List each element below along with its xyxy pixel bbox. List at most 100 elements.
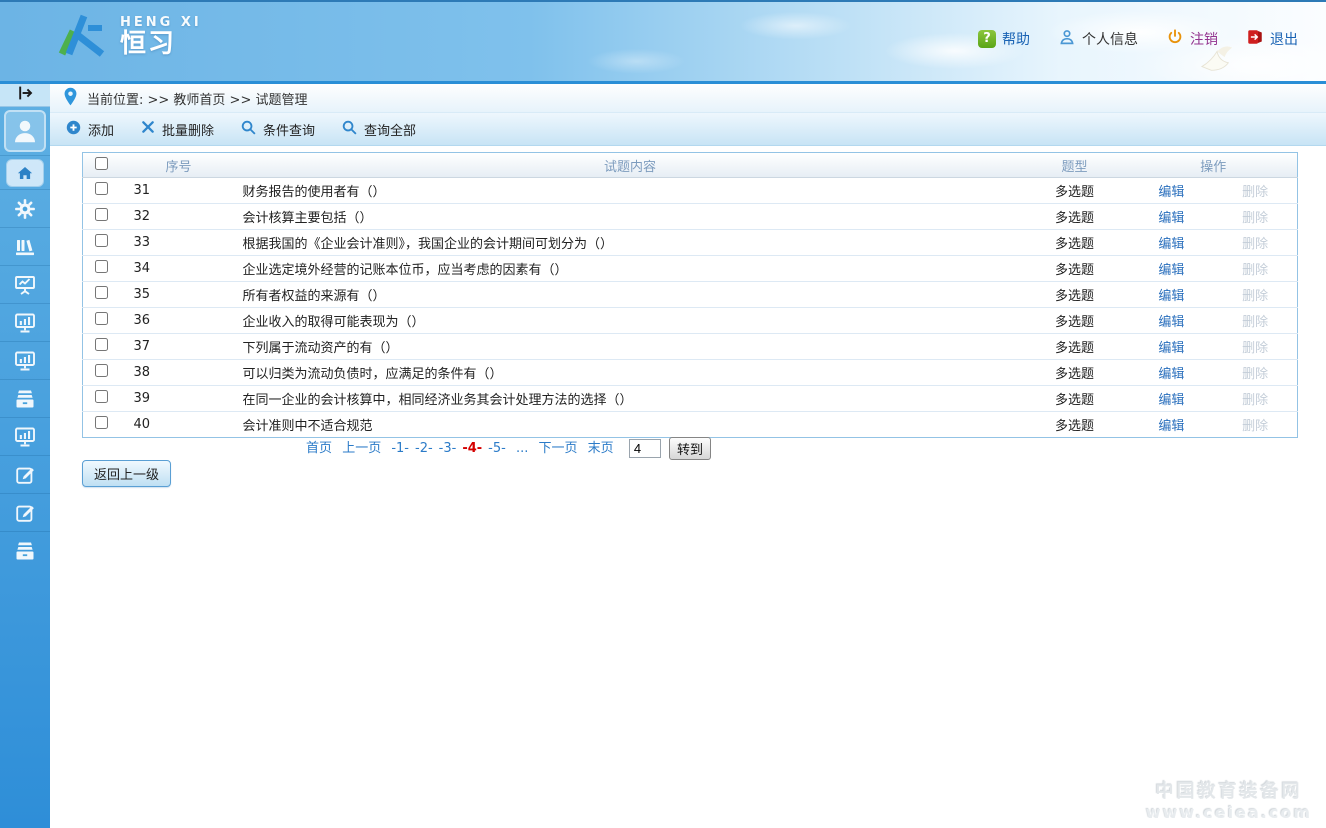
delete-link[interactable]: 删除	[1213, 415, 1297, 434]
sidebar-item-monitor-1[interactable]	[0, 303, 50, 341]
edit-link[interactable]: 编辑	[1130, 337, 1214, 356]
query-all-button[interactable]: 查询全部	[341, 119, 416, 140]
pagination-last[interactable]: 末页	[588, 441, 614, 456]
pagination-pages: -1- -2- -3- -4- -5-	[388, 441, 508, 456]
cell-seq: 37	[117, 334, 241, 360]
sidebar-item-exam-edit-1[interactable]	[0, 455, 50, 493]
table-body: 31财务报告的使用者有（）多选题编辑删除32会计核算主要包括（）多选题编辑删除3…	[83, 178, 1298, 438]
row-checkbox[interactable]	[95, 182, 108, 195]
conditional-query-label: 条件查询	[263, 120, 315, 139]
edit-link[interactable]: 编辑	[1130, 207, 1214, 226]
cell-seq: 40	[117, 412, 241, 438]
sidebar-item-exam-edit-2[interactable]	[0, 493, 50, 531]
delete-link[interactable]: 删除	[1213, 207, 1297, 226]
delete-link[interactable]: 删除	[1213, 181, 1297, 200]
breadcrumb-bar: 当前位置: >> 教师首页 >> 试题管理	[50, 84, 1326, 113]
table-row: 33根据我国的《企业会计准则》，我国企业的会计期间可划分为（）多选题编辑删除	[83, 230, 1298, 256]
pagination-page[interactable]: -2-	[415, 441, 433, 456]
row-checkbox[interactable]	[95, 338, 108, 351]
books-icon	[13, 235, 37, 259]
row-checkbox[interactable]	[95, 286, 108, 299]
row-checkbox[interactable]	[95, 416, 108, 429]
sidebar-item-library[interactable]	[0, 227, 50, 265]
exit-button[interactable]: 退出	[1246, 28, 1298, 50]
row-checkbox[interactable]	[95, 364, 108, 377]
profile-button[interactable]: 个人信息	[1058, 28, 1138, 50]
pagination-prev[interactable]: 上一页	[342, 441, 381, 456]
header-menu: ? 帮助 个人信息 注销	[978, 28, 1298, 50]
logo-text: HENG XI 恒习	[120, 15, 202, 59]
page-number-input[interactable]	[629, 439, 661, 458]
edit-link[interactable]: 编辑	[1130, 259, 1214, 278]
go-to-page-button[interactable]: 转到	[669, 437, 711, 460]
pagination-first[interactable]: 首页	[306, 441, 332, 456]
cell-operations: 编辑删除	[1130, 386, 1298, 412]
user-icon	[1058, 28, 1076, 50]
delete-link[interactable]: 删除	[1213, 311, 1297, 330]
cell-question-content: 下列属于流动资产的有（）	[241, 334, 1020, 360]
sidebar-item-archive-1[interactable]	[0, 379, 50, 417]
sidebar-item-courseware[interactable]	[0, 265, 50, 303]
batch-delete-button[interactable]: 批量删除	[140, 119, 214, 139]
delete-link[interactable]: 删除	[1213, 285, 1297, 304]
archive-icon	[13, 539, 37, 563]
pagination-page[interactable]: -3-	[439, 441, 457, 456]
pagination-next[interactable]: 下一页	[539, 441, 578, 456]
location-pin-icon	[63, 87, 78, 110]
edit-link[interactable]: 编辑	[1130, 233, 1214, 252]
pagination-page[interactable]: -5-	[488, 441, 506, 456]
edit-link[interactable]: 编辑	[1130, 363, 1214, 382]
table-row: 37下列属于流动资产的有（）多选题编辑删除	[83, 334, 1298, 360]
watermark-line2: www.ceiea.com	[1146, 803, 1312, 822]
cell-question-type: 多选题	[1020, 412, 1130, 438]
delete-link[interactable]: 删除	[1213, 233, 1297, 252]
cell-seq: 39	[117, 386, 241, 412]
table-row: 31财务报告的使用者有（）多选题编辑删除	[83, 178, 1298, 204]
help-icon: ?	[978, 30, 996, 48]
sidebar-collapse-button[interactable]	[0, 84, 50, 107]
table-row: 32会计核算主要包括（）多选题编辑删除	[83, 204, 1298, 230]
sidebar-item-archive-2[interactable]	[0, 531, 50, 569]
cell-question-type: 多选题	[1020, 230, 1130, 256]
edit-link[interactable]: 编辑	[1130, 311, 1214, 330]
pagination-page-current[interactable]: -4-	[462, 441, 482, 456]
row-checkbox[interactable]	[95, 234, 108, 247]
logo-name-en: HENG XI	[120, 15, 202, 30]
gear-icon	[14, 198, 36, 220]
monitor-chart-icon	[13, 311, 37, 335]
add-label: 添加	[88, 120, 114, 139]
sidebar-item-settings[interactable]	[0, 189, 50, 227]
row-checkbox[interactable]	[95, 208, 108, 221]
pagination-page[interactable]: -1-	[391, 441, 409, 456]
edit-link[interactable]: 编辑	[1130, 285, 1214, 304]
select-all-checkbox[interactable]	[95, 157, 108, 170]
delete-link[interactable]: 删除	[1213, 363, 1297, 382]
row-checkbox[interactable]	[95, 390, 108, 403]
home-icon	[6, 159, 44, 187]
sidebar-item-monitor-3[interactable]	[0, 417, 50, 455]
batch-delete-label: 批量删除	[162, 120, 214, 139]
add-button[interactable]: 添加	[65, 119, 114, 140]
query-all-label: 查询全部	[364, 120, 416, 139]
cell-question-type: 多选题	[1020, 256, 1130, 282]
logout-button[interactable]: 注销	[1166, 28, 1218, 50]
avatar-icon	[4, 110, 46, 152]
edit-link[interactable]: 编辑	[1130, 415, 1214, 434]
sidebar-item-monitor-2[interactable]	[0, 341, 50, 379]
row-checkbox[interactable]	[95, 312, 108, 325]
row-checkbox[interactable]	[95, 260, 108, 273]
edit-link[interactable]: 编辑	[1130, 181, 1214, 200]
delete-link[interactable]: 删除	[1213, 337, 1297, 356]
delete-link[interactable]: 删除	[1213, 389, 1297, 408]
help-button[interactable]: ? 帮助	[978, 29, 1030, 49]
sidebar-item-avatar[interactable]	[0, 107, 50, 155]
edit-link[interactable]: 编辑	[1130, 389, 1214, 408]
collapse-arrow-icon	[15, 85, 35, 105]
delete-link[interactable]: 删除	[1213, 259, 1297, 278]
sidebar-item-home[interactable]	[0, 155, 50, 189]
cell-seq: 33	[117, 230, 241, 256]
table-row: 40会计准则中不适合规范多选题编辑删除	[83, 412, 1298, 438]
back-button[interactable]: 返回上一级	[82, 460, 171, 487]
table-row: 35所有者权益的来源有（）多选题编辑删除	[83, 282, 1298, 308]
conditional-query-button[interactable]: 条件查询	[240, 119, 315, 140]
